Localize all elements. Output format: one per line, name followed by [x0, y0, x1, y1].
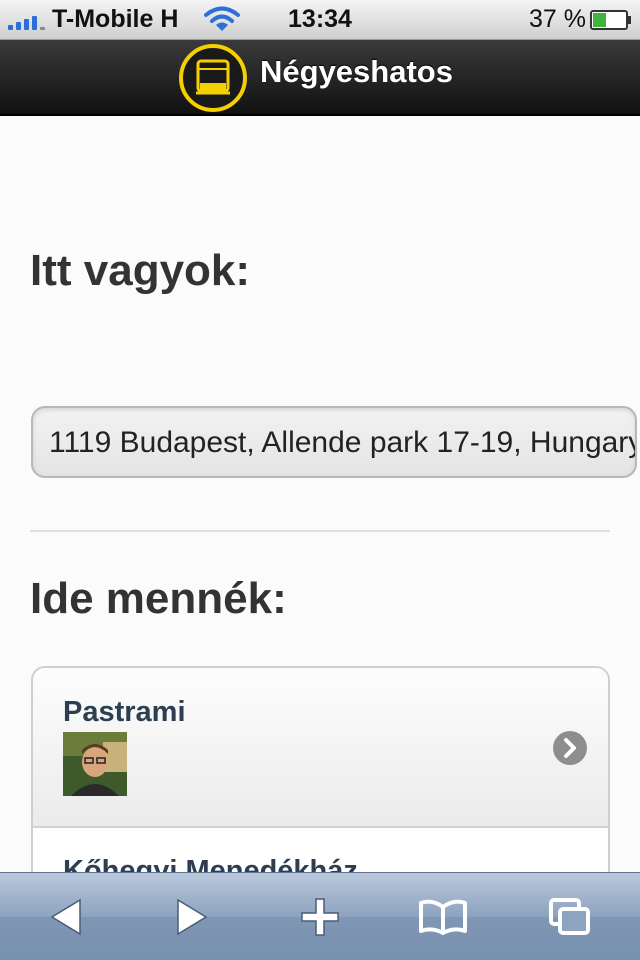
- avatar: [63, 732, 127, 796]
- address-value: 1119 Budapest, Allende park 17-19, Hunga…: [49, 426, 637, 459]
- destination-label: Ide mennék:: [30, 574, 287, 623]
- back-button[interactable]: [36, 887, 96, 947]
- current-address-field[interactable]: 1119 Budapest, Allende park 17-19, Hunga…: [31, 406, 637, 478]
- bookmarks-button[interactable]: [413, 887, 473, 947]
- forward-icon: [177, 898, 208, 936]
- chevron-right-icon: [553, 731, 587, 765]
- status-bar: T-Mobile H 13:34 37 %: [0, 0, 640, 40]
- back-icon: [50, 898, 81, 936]
- tabs-icon: [549, 898, 590, 935]
- app-header: Négyeshatos: [0, 40, 640, 116]
- browser-toolbar: [0, 872, 640, 960]
- battery-icon: [590, 10, 631, 30]
- app-title: Négyeshatos: [260, 54, 453, 89]
- bookmarks-icon: [419, 899, 467, 935]
- battery-percentage: 37 %: [529, 5, 586, 33]
- add-icon: [301, 898, 339, 936]
- destination-list: Pastrami Kőhegyi Menedékház: [31, 666, 610, 906]
- tabs-button[interactable]: [540, 887, 600, 947]
- current-location-label: Itt vagyok:: [30, 246, 251, 295]
- destination-list-item[interactable]: Pastrami: [33, 668, 608, 828]
- add-button[interactable]: [290, 887, 350, 947]
- tram-logo-icon: [179, 44, 247, 112]
- destination-name: Pastrami: [63, 696, 186, 728]
- forward-button[interactable]: [162, 887, 222, 947]
- section-divider: [30, 530, 610, 532]
